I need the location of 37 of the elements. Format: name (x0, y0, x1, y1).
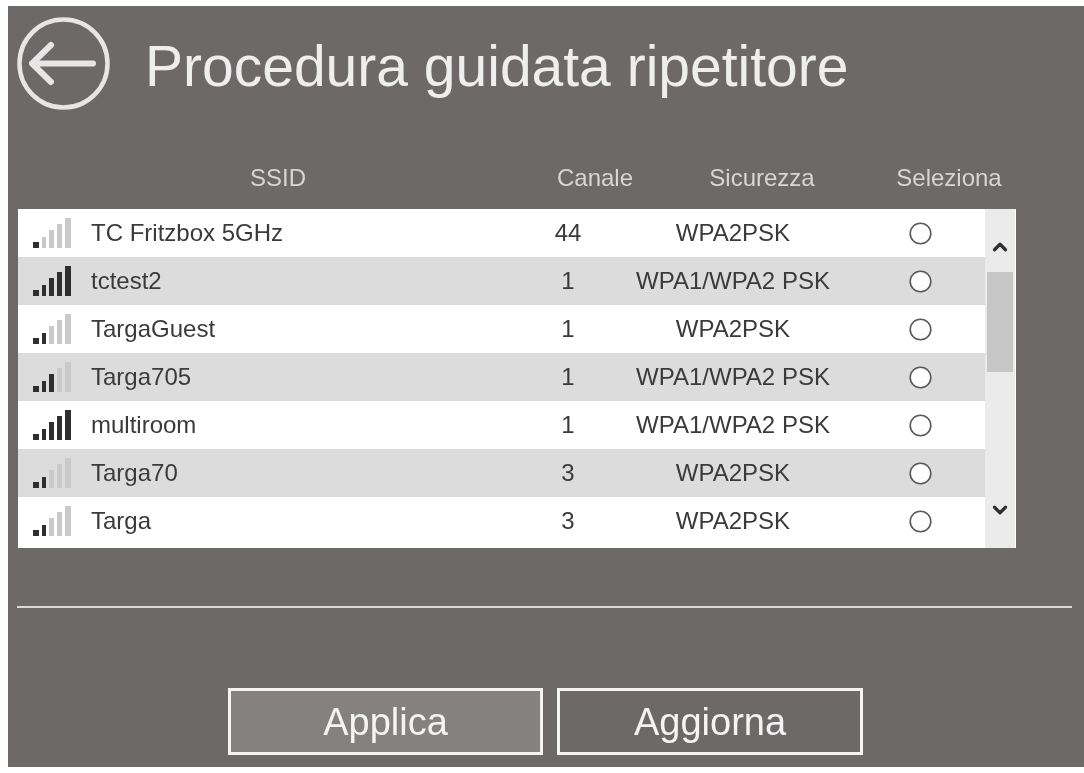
security-cell-text: WPA2PSK (674, 317, 792, 341)
security-cell-text: WPA1/WPA2 PSK (635, 413, 831, 437)
column-header: Seleziona (895, 166, 1003, 190)
ssid-cell-text: Targa70 (91, 461, 179, 485)
radio-button[interactable] (908, 461, 932, 485)
channel-cell-text: 1 (560, 317, 576, 341)
ssid-cell-text: Targa705 (91, 365, 193, 389)
scrollbar[interactable] (985, 209, 1015, 548)
radio-button[interactable] (908, 413, 932, 437)
column-header: SSID (249, 166, 307, 190)
security-cell-text: WPA2PSK (674, 221, 792, 245)
security-cell-text: WPA2PSK (674, 461, 792, 485)
back-button[interactable] (17, 17, 110, 110)
radio-button[interactable] (908, 317, 932, 341)
channel-cell-text: 1 (560, 365, 576, 389)
radio-button[interactable] (908, 365, 932, 389)
ssid-cell-text: TC Fritzbox 5GHz (91, 221, 285, 245)
security-cell-text: WPA1/WPA2 PSK (635, 365, 831, 389)
radio-button[interactable] (908, 509, 932, 533)
refresh-button[interactable]: Aggiorna (557, 688, 863, 755)
channel-cell-text: 1 (560, 413, 576, 437)
security-cell-text: WPA2PSK (674, 509, 792, 533)
security-cell-text: WPA1/WPA2 PSK (635, 269, 831, 293)
channel-cell-text: 3 (560, 461, 576, 485)
column-header: Canale (555, 166, 635, 190)
scrollbar-thumb[interactable] (987, 272, 1013, 372)
channel-cell-text: 44 (553, 221, 583, 245)
radio-button[interactable] (908, 269, 932, 293)
ssid-cell-text: multiroom (91, 413, 198, 437)
ssid-cell-text: tctest2 (91, 269, 163, 293)
ssid-cell-text: TargaGuest (91, 317, 217, 341)
channel-cell-text: 1 (560, 269, 576, 293)
channel-cell-text: 3 (560, 509, 576, 533)
column-header: Sicurezza (708, 166, 816, 190)
ssid-cell-text: Targa (91, 509, 153, 533)
radio-button[interactable] (908, 221, 932, 245)
apply-button[interactable]: Applica (228, 688, 543, 755)
